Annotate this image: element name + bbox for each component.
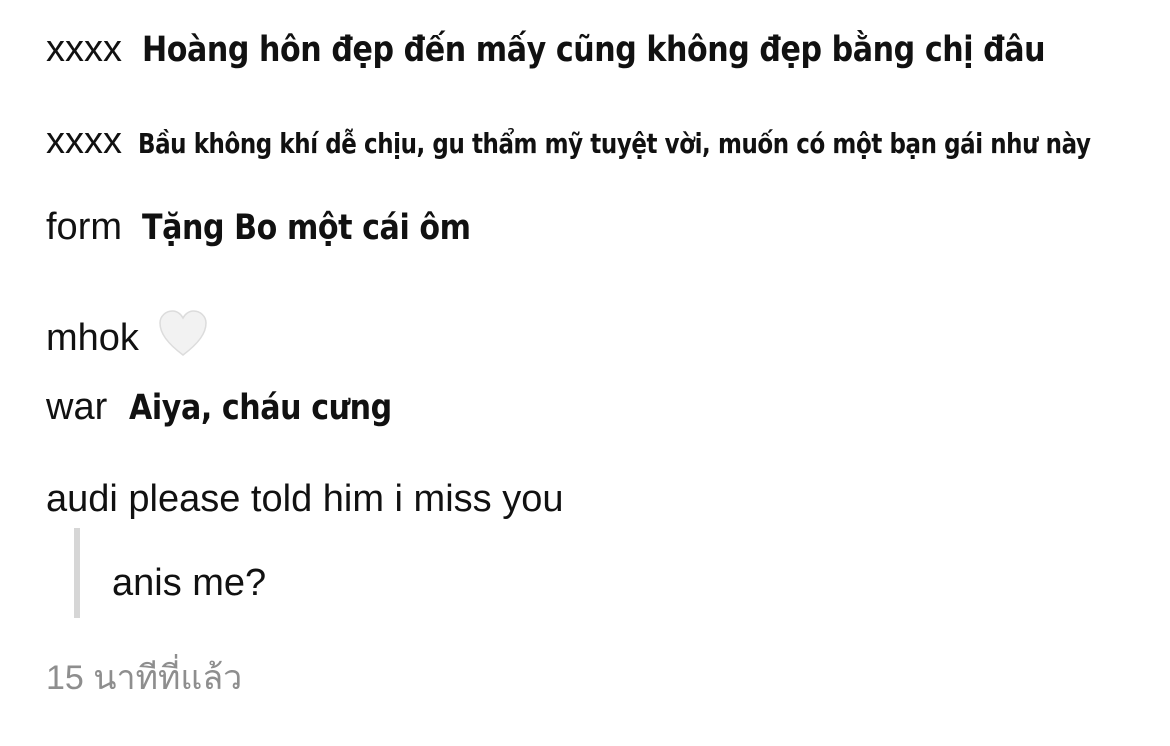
sticker-caption: Tặng Bo một cái ôm	[142, 208, 471, 248]
white-heart-icon	[157, 308, 209, 360]
line-3: form Tặng Bo một cái ôm	[46, 206, 524, 249]
sticker-caption: Hoàng hôn đẹp đến mấy cũng không đẹp bằn…	[142, 30, 1046, 70]
sticker-caption: Bầu không khí dễ chịu, gu thẩm mỹ tuyệt …	[138, 127, 1091, 160]
line-name: war	[46, 386, 108, 428]
timestamp: 15 นาทีที่แล้ว	[46, 659, 243, 697]
line-name: xxxx	[46, 28, 122, 70]
line-name: mhok	[46, 317, 139, 359]
line-2: xxxx Bầu không khí dễ chịu, gu thẩm mỹ t…	[46, 120, 1170, 163]
line-name: form	[46, 206, 122, 248]
line-name: xxxx	[46, 120, 122, 162]
reply-quote: anis me?	[74, 528, 266, 618]
sticker-caption: Aiya, cháu cưng	[129, 388, 392, 428]
line-5: war Aiya, cháu cưng	[46, 386, 435, 429]
line-1: xxxx Hoàng hôn đẹp đến mấy cũng không đẹ…	[46, 28, 1170, 71]
line-4: mhok	[46, 298, 209, 360]
comment-line: audi please told him i miss you	[46, 478, 563, 521]
comment-text: audi please told him i miss you	[46, 478, 564, 520]
quote-text: anis me?	[112, 562, 267, 604]
